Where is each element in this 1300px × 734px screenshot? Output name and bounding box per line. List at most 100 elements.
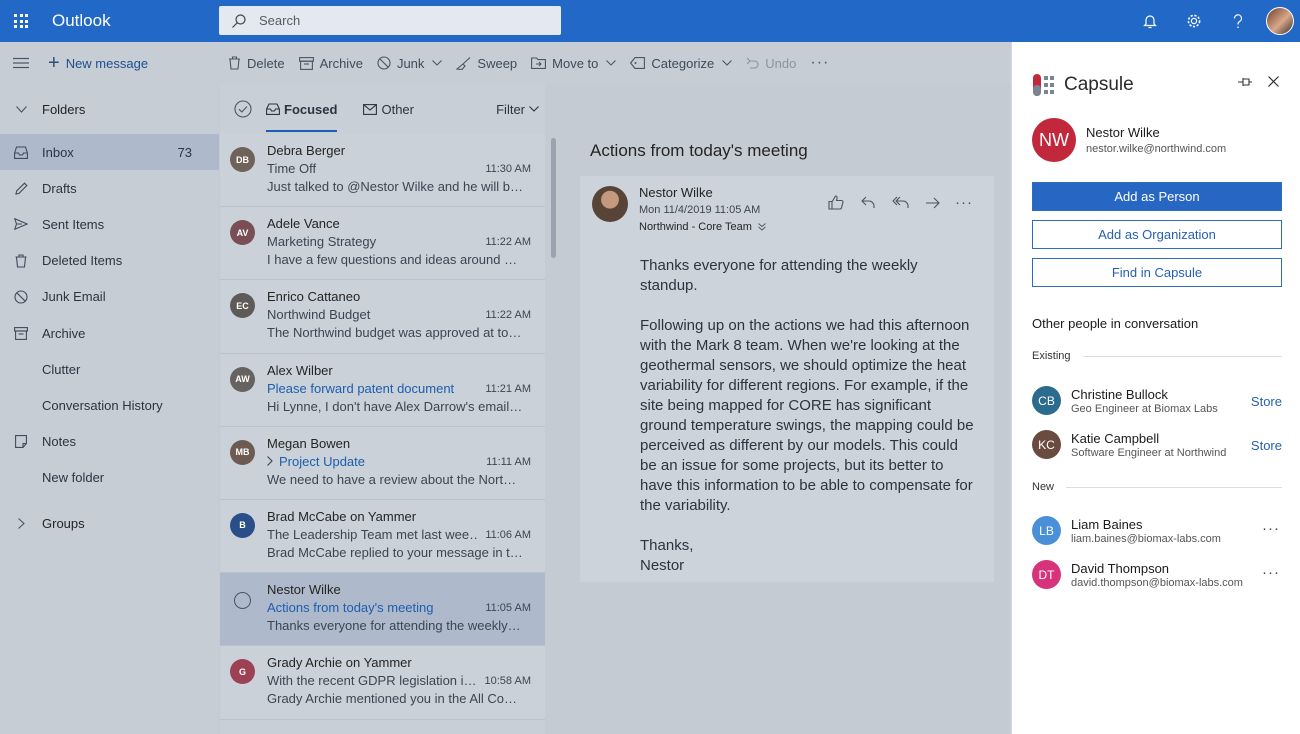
email-sender[interactable]: Nestor Wilke (639, 185, 713, 200)
chevron-down-icon (722, 60, 733, 66)
message-preview: We need to have a review about the North… (267, 471, 523, 487)
more-options-icon[interactable]: ··· (948, 194, 980, 211)
message-row[interactable]: B Brad McCabe on Yammer The Leadership Tea… (220, 499, 545, 574)
message-sender: Grady Archie on Yammer (267, 655, 412, 671)
close-icon[interactable] (1268, 76, 1279, 87)
filter-label: Filter (496, 101, 525, 117)
add-as-person-button[interactable]: Add as Person (1032, 182, 1282, 211)
folder-item-junk-email[interactable]: Junk Email (0, 279, 219, 315)
message-list-scrollbar[interactable] (551, 138, 556, 258)
app-launcher-icon[interactable] (0, 0, 42, 42)
tag-icon (630, 57, 646, 69)
chevron-down-icon (432, 60, 443, 66)
contact-row[interactable]: KC Katie Campbell Software Engineer at Nor… (1032, 430, 1284, 460)
capsule-title: Capsule (1064, 74, 1134, 95)
message-list-header: Focused Other Filter (220, 84, 545, 134)
search-box[interactable]: Search (219, 6, 561, 35)
message-preview: Just talked to @Nestor Wilke and he will… (267, 179, 523, 194)
contact-detail: Geo Engineer at Biomax Labs (1071, 403, 1218, 415)
store-button[interactable]: Store (1251, 438, 1282, 453)
message-row[interactable]: DB Debra Berger Time Off 11:30 AM Just talke… (220, 134, 545, 208)
junk-label: Junk (396, 55, 425, 71)
chevron-down-icon (0, 105, 42, 113)
check-circle-icon (234, 100, 252, 118)
message-row[interactable]: Nestor Wilke Actions from today's meeting… (220, 573, 545, 647)
move-to-button[interactable]: Move to (531, 56, 617, 71)
folder-item-new-folder[interactable]: New folder (0, 460, 219, 496)
sender-avatar[interactable] (592, 186, 628, 222)
folders-header[interactable]: Folders (0, 84, 219, 134)
new-message-button[interactable]: + New message (48, 52, 228, 75)
like-icon[interactable] (820, 195, 852, 210)
contact-avatar: CB (1032, 386, 1061, 415)
app-title[interactable]: Outlook (52, 11, 218, 31)
folder-item-notes[interactable]: Notes (0, 424, 219, 460)
message-row[interactable]: G Grady Archie on Yammer With the recent G… (220, 646, 545, 720)
message-subject-text: Time Off (267, 161, 317, 176)
folder-item-sent-items[interactable]: Sent Items (0, 206, 219, 242)
sweep-button[interactable]: Sweep (456, 56, 517, 71)
tab-focused[interactable]: Focused (266, 84, 338, 134)
contact-name: Katie Campbell (1071, 431, 1160, 446)
more-options-icon[interactable]: ··· (1262, 520, 1280, 537)
undo-button[interactable]: Undo (746, 56, 796, 71)
archive-label: Archive (319, 55, 363, 71)
folder-item-conversation-history[interactable]: Conversation History (0, 387, 219, 423)
message-preview: Brad McCabe replied to your message in t… (267, 544, 523, 560)
user-avatar[interactable] (1266, 7, 1294, 35)
chevron-right-icon[interactable] (267, 455, 273, 466)
email-recipient-group: Northwind - Core Team (639, 221, 752, 233)
message-row[interactable]: MB Megan Bowen Project Update 11:11 AM We ne… (220, 426, 545, 500)
message-row[interactable]: EC Enrico Cattaneo Northwind Budget 11:22 A… (220, 280, 545, 354)
reply-icon[interactable] (852, 196, 884, 209)
folder-item-drafts[interactable]: Drafts (0, 170, 219, 206)
message-time: 11:05 AM (485, 602, 531, 615)
other-people-heading: Other people in conversation (1032, 316, 1199, 331)
more-options-icon[interactable]: ··· (1262, 564, 1280, 581)
groups-header[interactable]: Groups (0, 496, 219, 552)
delete-button[interactable]: Delete (228, 56, 285, 71)
message-subject-text: Please forward patent document (267, 380, 455, 396)
store-button[interactable]: Store (1251, 394, 1282, 409)
help-icon[interactable] (1216, 0, 1260, 42)
sweep-label: Sweep (477, 55, 518, 71)
folder-item-archive[interactable]: Archive (0, 315, 219, 351)
folder-item-clutter[interactable]: Clutter (0, 351, 219, 387)
message-row[interactable]: AV Adele Vance Marketing Strategy 11:22 AM I… (220, 207, 545, 281)
select-all-checkbox[interactable] (220, 100, 266, 118)
find-in-capsule-button[interactable]: Find in Capsule (1032, 258, 1282, 287)
filter-button[interactable]: Filter (496, 102, 539, 117)
message-subject-text: Marketing Strategy (267, 234, 377, 250)
add-as-organization-button[interactable]: Add as Organization (1032, 220, 1282, 249)
archive-icon (0, 326, 42, 340)
contact-row[interactable]: CB Christine Bullock Geo Engineer at Bioma… (1032, 386, 1284, 416)
sender-avatar: AW (230, 366, 255, 392)
reply-all-icon[interactable] (884, 196, 916, 209)
message-row[interactable]: AW Alex Wilber Please forward patent docum… (220, 353, 545, 427)
folder-item-inbox[interactable]: Inbox 73 (0, 134, 219, 171)
tab-other[interactable]: Other (363, 84, 414, 134)
email-recipients[interactable]: Northwind - Core Team (639, 221, 766, 233)
folder-label: Clutter (42, 361, 81, 377)
pin-icon[interactable] (1237, 76, 1253, 88)
hamburger-menu-icon[interactable] (0, 57, 42, 69)
more-actions-icon[interactable]: ··· (810, 54, 829, 72)
folder-pane: Folders Inbox 73 Drafts Sent Items Deleted I… (0, 84, 219, 734)
settings-gear-icon[interactable] (1172, 0, 1216, 42)
groups-heading: Groups (42, 516, 85, 532)
message-preview: Hi Lynne, I don't have Alex Darrow's ema… (267, 398, 523, 414)
forward-icon[interactable] (916, 197, 948, 209)
mail-app: + New message Delete Archive Junk Sweep … (0, 42, 1011, 734)
junk-button[interactable]: Junk (377, 55, 443, 71)
contact-row[interactable]: LB Liam Baines liam.baines@biomax-labs.com… (1032, 516, 1284, 546)
message-preview: Thanks everyone for attending the weekly… (267, 618, 523, 634)
categorize-button[interactable]: Categorize (630, 56, 733, 71)
folder-label: Conversation History (42, 397, 163, 413)
message-list: Focused Other Filter DB Debra Berger Time … (220, 84, 556, 734)
folder-item-deleted-items[interactable]: Deleted Items (0, 243, 219, 279)
notifications-bell-icon[interactable] (1128, 0, 1172, 42)
contact-row[interactable]: DT David Thompson david.thompson@biomax-la… (1032, 560, 1284, 590)
archive-button[interactable]: Archive (298, 55, 363, 71)
select-message-radio[interactable] (234, 592, 251, 610)
person-avatar: NW (1032, 118, 1076, 162)
